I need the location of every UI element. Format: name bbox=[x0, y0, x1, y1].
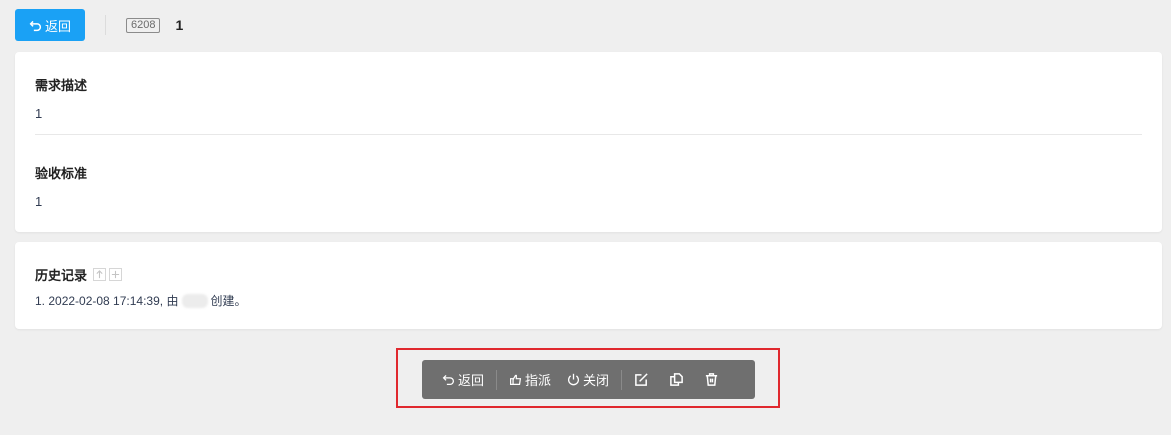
history-item: 1. 2022-02-08 17:14:39, 由 创建。 bbox=[35, 292, 246, 309]
history-panel: 历史记录 1. 2022-02-08 17:14:39, 由 创建。 bbox=[15, 242, 1162, 329]
undo-icon bbox=[442, 374, 454, 386]
history-item-text: 1. 2022-02-08 17:14:39, 由 bbox=[35, 294, 179, 308]
toolbar-back-label: 返回 bbox=[458, 373, 485, 388]
history-title: 历史记录 bbox=[35, 268, 88, 283]
power-icon bbox=[568, 373, 580, 386]
acceptance-value: 1 bbox=[35, 194, 43, 209]
acceptance-title: 验收标准 bbox=[35, 166, 88, 181]
redacted-user bbox=[182, 293, 209, 308]
undo-icon bbox=[29, 20, 42, 31]
copy-icon bbox=[670, 373, 683, 386]
copy-button[interactable] bbox=[669, 372, 684, 387]
close-label: 关闭 bbox=[583, 373, 610, 388]
story-title: 1 bbox=[175, 17, 184, 33]
description-title: 需求描述 bbox=[35, 78, 88, 93]
history-header: 历史记录 bbox=[35, 265, 123, 284]
header: 返回 6208 1 bbox=[15, 9, 183, 41]
toolbar-divider bbox=[496, 369, 498, 390]
back-button-label: 返回 bbox=[44, 18, 71, 34]
delete-icon bbox=[705, 373, 718, 386]
description-value: 1 bbox=[35, 106, 43, 121]
delete-button[interactable] bbox=[704, 372, 719, 387]
section-divider bbox=[35, 134, 1142, 135]
action-toolbar: 返回 指派 关闭 bbox=[422, 360, 755, 399]
header-divider bbox=[105, 15, 106, 35]
expand-plus-icon[interactable] bbox=[109, 268, 123, 281]
toolbar-back-button[interactable]: 返回 bbox=[442, 370, 484, 389]
assign-button[interactable]: 指派 bbox=[509, 370, 551, 389]
close-button[interactable]: 关闭 bbox=[567, 370, 609, 389]
sort-up-icon[interactable] bbox=[93, 268, 107, 281]
story-id-badge: 6208 bbox=[126, 17, 161, 33]
assign-label: 指派 bbox=[525, 373, 552, 388]
history-item-suffix: 创建。 bbox=[210, 294, 247, 308]
toolbar-divider bbox=[621, 369, 623, 390]
edit-button[interactable] bbox=[634, 372, 649, 387]
back-button[interactable]: 返回 bbox=[15, 9, 85, 41]
edit-icon bbox=[635, 373, 648, 386]
details-panel: 需求描述 1 验收标准 1 bbox=[15, 52, 1162, 232]
hand-point-icon bbox=[510, 374, 522, 385]
